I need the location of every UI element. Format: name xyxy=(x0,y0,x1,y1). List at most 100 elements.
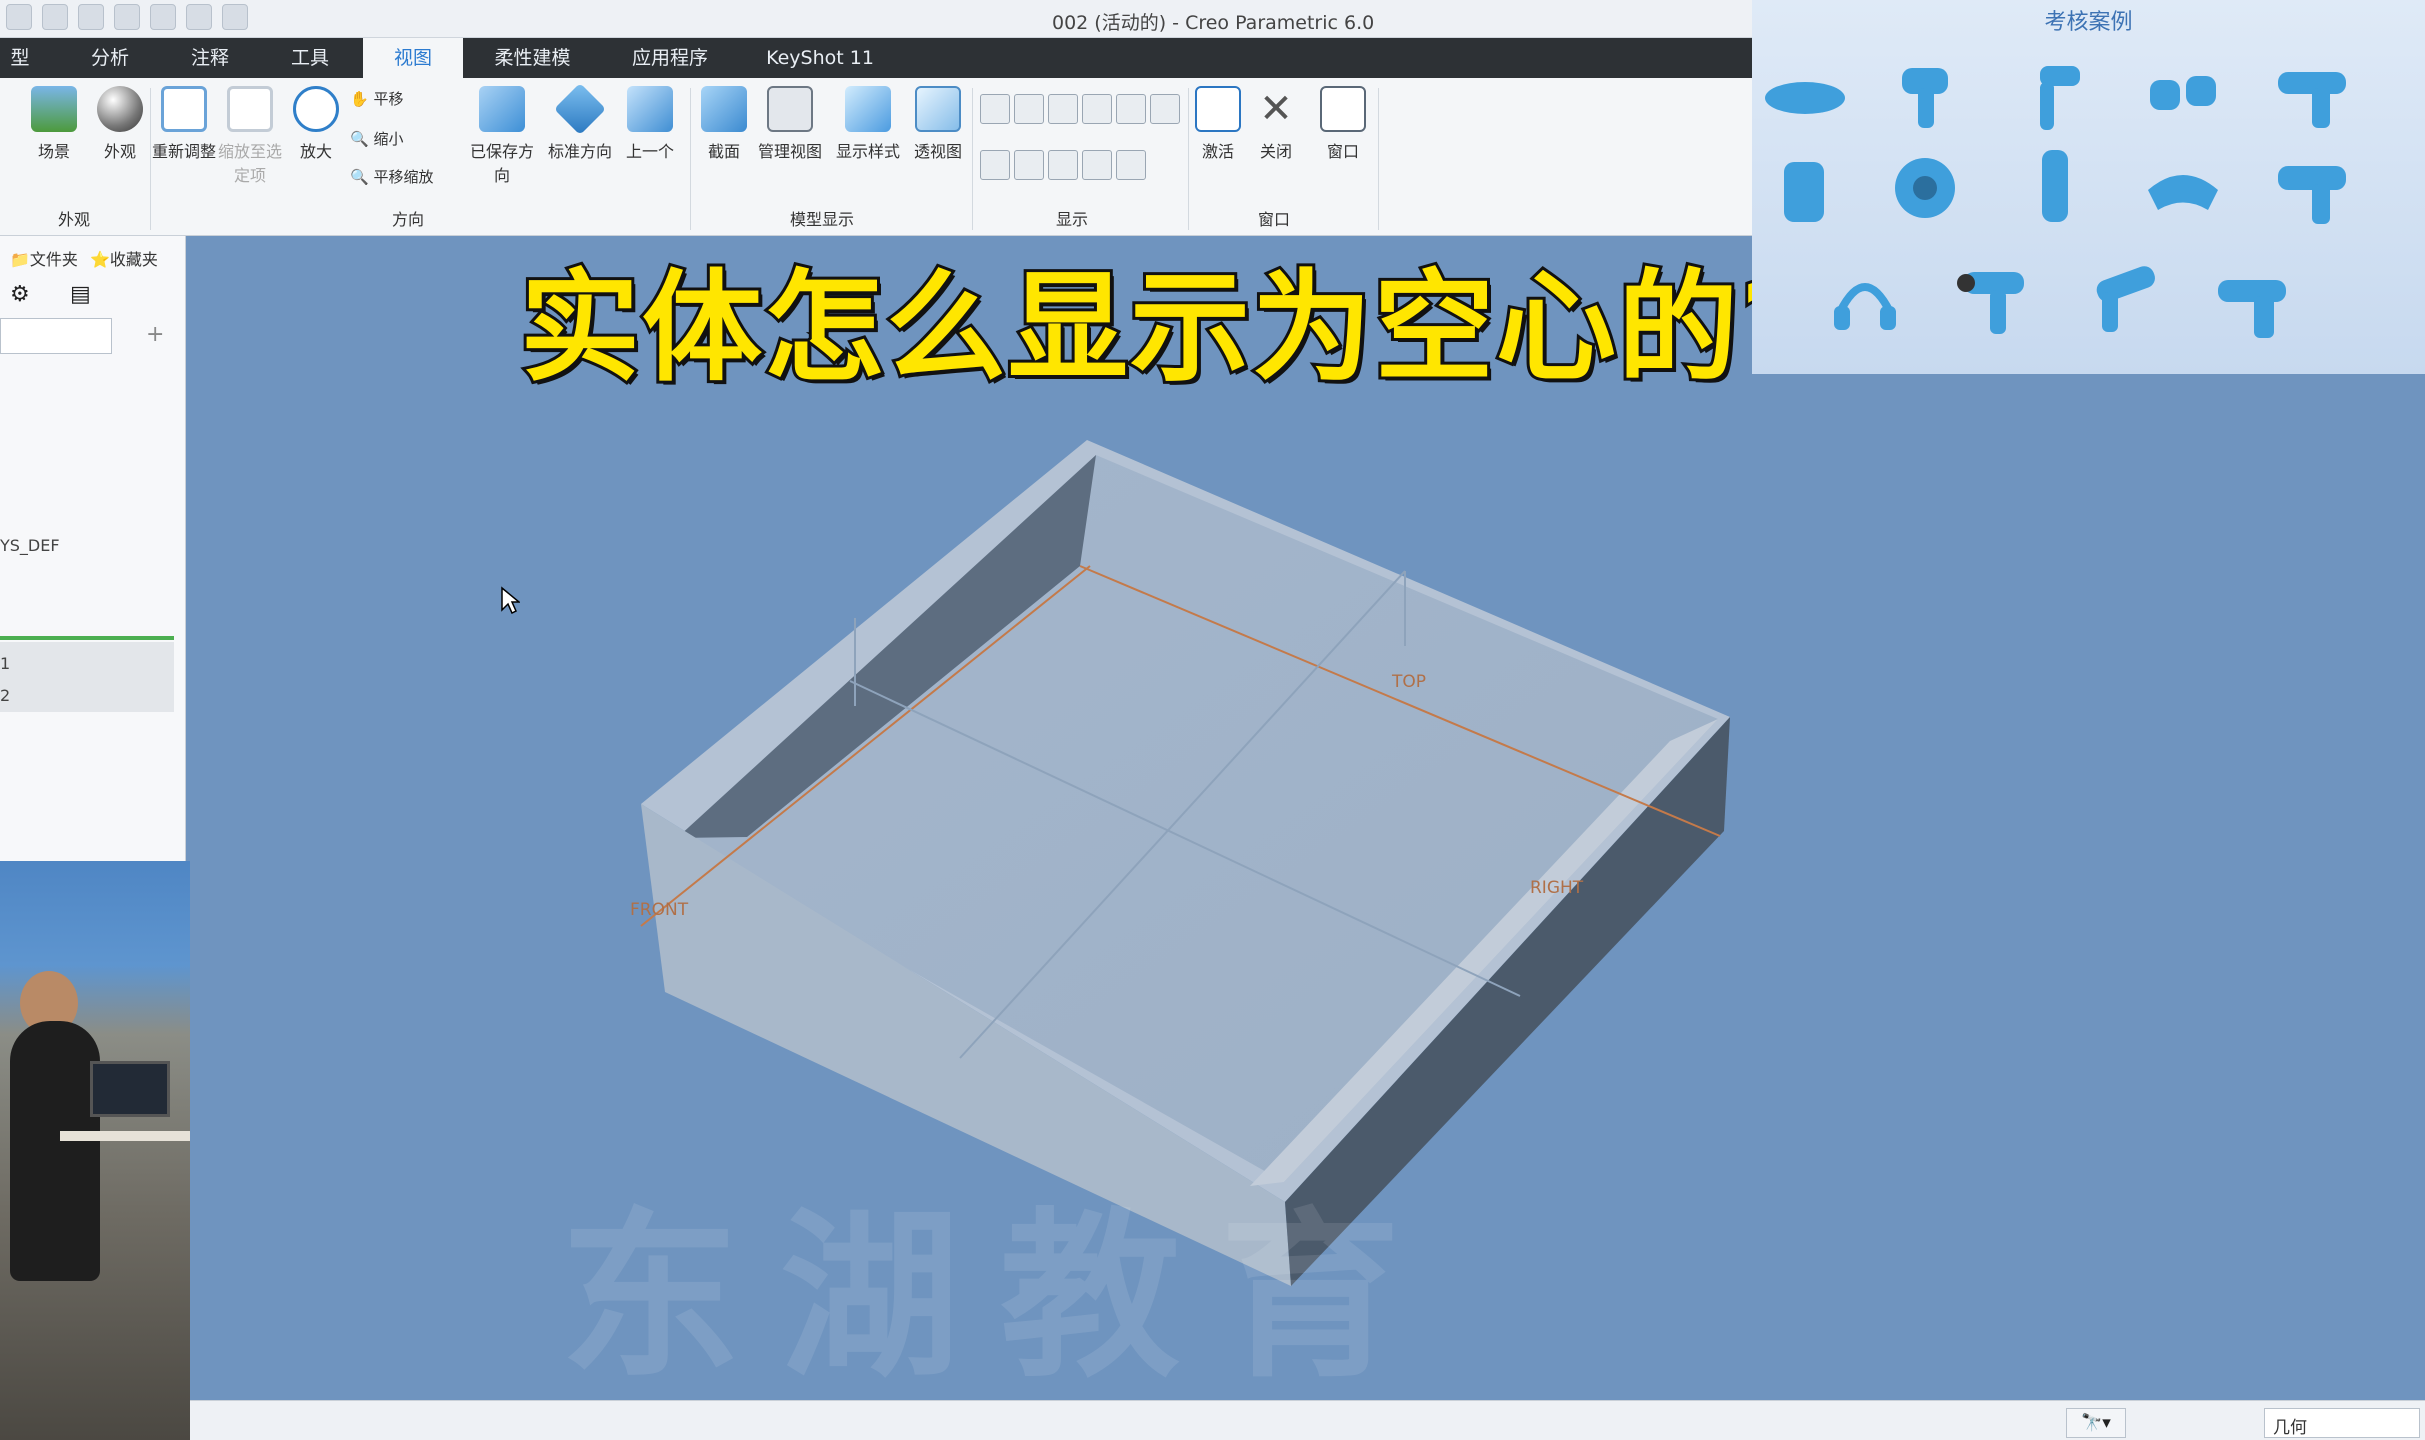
quick-access-toolbar xyxy=(6,4,248,30)
close-button[interactable]: ✕ 关闭 xyxy=(1248,86,1304,162)
pan-button[interactable]: ✋ 平移 xyxy=(350,88,403,109)
tab-view[interactable]: 视图 xyxy=(363,38,463,78)
favorites-icon: ⭐ xyxy=(90,250,110,269)
zoom-selected-icon xyxy=(227,86,273,132)
fan-icon[interactable] xyxy=(1880,140,1970,228)
game-controller-icon[interactable] xyxy=(2138,140,2228,228)
tree-filter-icon[interactable]: ▤ xyxy=(70,282,91,307)
pan-zoom-button[interactable]: 🔍 平移缩放 xyxy=(350,166,433,187)
checkmark-icon xyxy=(1195,86,1241,132)
point-tag-icon[interactable] xyxy=(1048,150,1078,180)
save-icon[interactable] xyxy=(6,4,32,30)
laptop xyxy=(90,1061,170,1117)
manage-views-button[interactable]: 管理视图 xyxy=(752,86,828,162)
zoom-out-icon: 🔍 xyxy=(350,130,374,148)
saved-orientations-button[interactable]: 已保存方向 xyxy=(466,86,538,186)
group-label-window: 窗口 xyxy=(1258,210,1291,229)
close-window-icon[interactable] xyxy=(186,4,212,30)
standard-orientation-icon xyxy=(553,82,607,136)
title-bar: 002 (活动的) - Creo Parametric 6.0 xyxy=(0,0,1752,38)
tab-annotate[interactable]: 注释 xyxy=(170,38,250,78)
plane-label-front: FRONT xyxy=(630,900,689,920)
windows-button[interactable]: 窗口 xyxy=(1310,86,1376,162)
axis-tag-icon[interactable] xyxy=(1014,150,1044,180)
spray-gun-icon[interactable] xyxy=(1880,48,1970,136)
folder-tab[interactable]: 📁文件夹 xyxy=(10,246,78,270)
csys-display-icon[interactable] xyxy=(1082,94,1112,124)
zoom-in-button[interactable]: 放大 xyxy=(284,86,348,162)
open-folder-icon[interactable] xyxy=(222,4,248,30)
divider xyxy=(1378,88,1379,230)
tab-analysis[interactable]: 分析 xyxy=(70,38,150,78)
standard-orientation-button[interactable]: 标准方向 xyxy=(544,82,616,162)
electric-screwdriver-icon[interactable] xyxy=(2208,252,2298,340)
model-tree-search-input[interactable] xyxy=(0,318,112,354)
pan-zoom-icon: 🔍 xyxy=(350,168,374,186)
add-icon[interactable]: + xyxy=(146,322,164,347)
scene-button[interactable]: 场景 xyxy=(22,86,86,162)
section-button[interactable]: 截面 xyxy=(692,86,756,162)
massage-gun-icon[interactable] xyxy=(1950,252,2040,340)
undo-icon[interactable] xyxy=(42,4,68,30)
divider xyxy=(690,88,691,230)
trigger-sprayer-icon[interactable] xyxy=(2010,48,2100,136)
tree-settings-icon[interactable]: ⚙ xyxy=(10,282,30,307)
zoom-out-button[interactable]: 🔍 缩小 xyxy=(350,128,403,149)
redo-icon[interactable] xyxy=(78,4,104,30)
tag-display-icon[interactable] xyxy=(1116,94,1146,124)
tree-item-1[interactable]: 1 xyxy=(0,654,10,673)
tree-item-csys[interactable]: YS_DEF xyxy=(0,536,60,555)
find-button[interactable]: 🔭▾ xyxy=(2066,1408,2126,1438)
window-title: 002 (活动的) - Creo Parametric 6.0 xyxy=(1052,12,1375,34)
tab-keyshot[interactable]: KeyShot 11 xyxy=(760,38,880,78)
tab-model[interactable]: 型 xyxy=(0,38,40,78)
headphones-icon[interactable] xyxy=(1820,252,1910,340)
video-caption: 实体怎么显示为空心的? xyxy=(517,256,1813,401)
refit-button[interactable]: 重新调整 xyxy=(152,86,216,162)
folder-icon: 📁 xyxy=(10,250,30,269)
group-label-appearance: 外观 xyxy=(58,210,91,229)
hot-glue-gun-icon[interactable] xyxy=(2078,252,2168,340)
annotation-display-icon[interactable] xyxy=(1150,94,1180,124)
zoom-in-icon xyxy=(293,86,339,132)
display-style-button[interactable]: 显示样式 xyxy=(830,86,906,162)
spin-center-icon[interactable] xyxy=(1116,150,1146,180)
plane-label-right: RIGHT xyxy=(1530,878,1584,898)
plane-tag-icon[interactable] xyxy=(980,150,1010,180)
perspective-button[interactable]: 透视图 xyxy=(900,86,976,162)
selection-filter[interactable]: 几何 xyxy=(2264,1408,2420,1438)
pan-icon: ✋ xyxy=(350,90,374,108)
activate-button[interactable]: 激活 xyxy=(1190,86,1246,162)
datum-display-icon[interactable] xyxy=(980,94,1010,124)
kettle-icon[interactable] xyxy=(1760,140,1850,228)
favorites-tab[interactable]: ⭐收藏夹 xyxy=(90,246,158,270)
zoom-to-selected-button[interactable]: 缩放至选定项 xyxy=(218,86,282,186)
axis-display-icon[interactable] xyxy=(1014,94,1044,124)
tab-applications[interactable]: 应用程序 xyxy=(610,38,730,78)
point-display-icon[interactable] xyxy=(1048,94,1078,124)
windows-icon[interactable] xyxy=(150,4,176,30)
desk xyxy=(60,1131,190,1141)
previous-orientation-button[interactable]: 上一个 xyxy=(618,86,682,162)
classroom-photo xyxy=(0,861,190,1440)
appearance-button[interactable]: 外观 xyxy=(88,86,152,162)
regenerate-icon[interactable] xyxy=(114,4,140,30)
plane-label-top: TOP xyxy=(1392,672,1427,692)
mouse-cursor-icon xyxy=(501,586,520,614)
scene-icon xyxy=(31,86,77,132)
close-icon: ✕ xyxy=(1259,86,1293,132)
drill-icon[interactable] xyxy=(2268,140,2358,228)
exam-cases-panel: 考核案例 xyxy=(1752,0,2425,374)
remote-icon[interactable] xyxy=(2010,140,2100,228)
ribbon: 场景 外观 外观 重新调整 缩放至选定项 放大 ✋ 平移 🔍 缩小 🔍 平移缩放… xyxy=(0,78,1752,236)
divider xyxy=(1188,88,1189,230)
tab-flexible-modeling[interactable]: 柔性建模 xyxy=(470,38,595,78)
insert-indicator xyxy=(0,636,174,640)
csys-tag-icon[interactable] xyxy=(1082,150,1112,180)
hair-dryer-icon[interactable] xyxy=(1760,48,1850,136)
ribbon-tabs: 型 分析 注释 工具 视图 柔性建模 应用程序 KeyShot 11 xyxy=(0,38,1752,78)
tree-item-2[interactable]: 2 xyxy=(0,686,10,705)
tab-tools[interactable]: 工具 xyxy=(270,38,350,78)
drill-icon[interactable] xyxy=(2268,48,2358,136)
binoculars-icon[interactable] xyxy=(2138,48,2228,136)
